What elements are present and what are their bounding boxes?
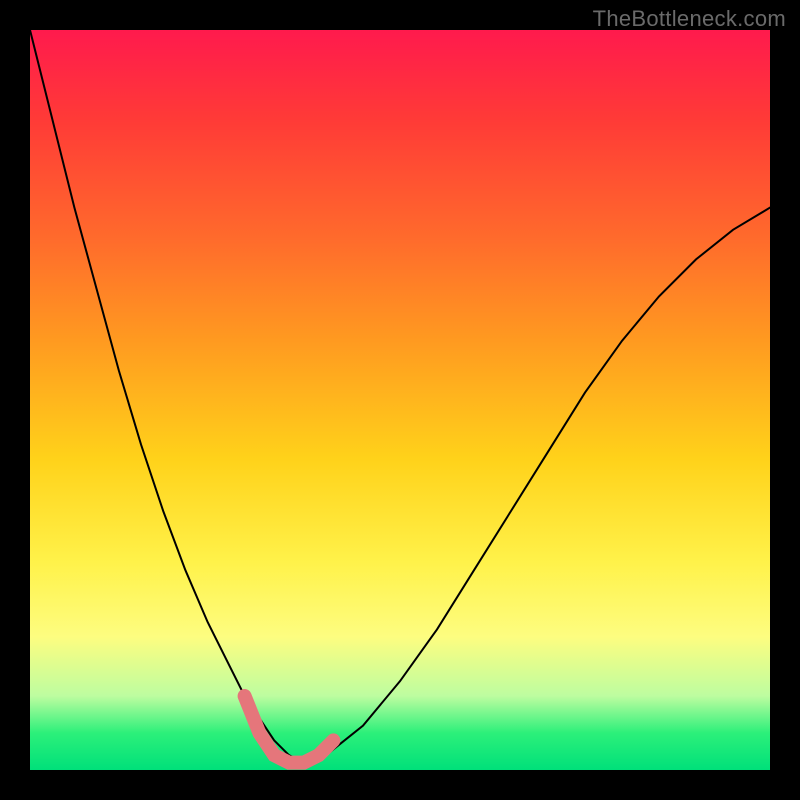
curve-canvas: [30, 30, 770, 770]
chart-container: TheBottleneck.com: [0, 0, 800, 800]
bottleneck-curve: [30, 30, 770, 763]
plot-area: [30, 30, 770, 770]
highlight-segment: [245, 696, 334, 763]
watermark-text: TheBottleneck.com: [593, 6, 786, 32]
